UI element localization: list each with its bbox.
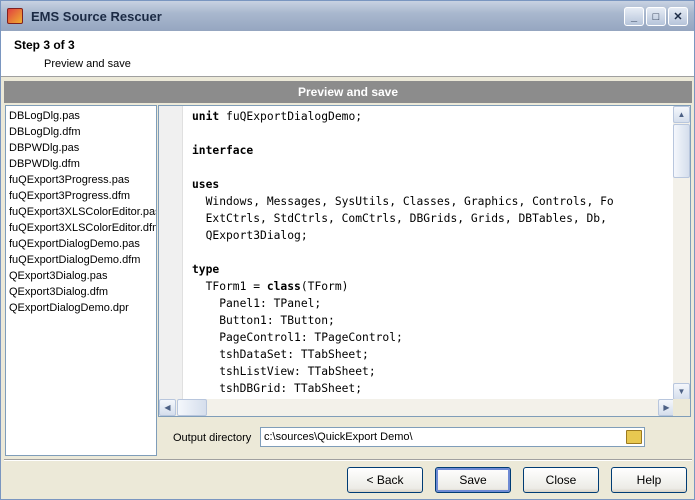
close-button[interactable]: Close bbox=[523, 467, 599, 493]
code-text-span: tshDataSet: TTabSheet; bbox=[192, 348, 369, 361]
code-keyword: interface bbox=[192, 144, 254, 157]
file-list-item[interactable]: DBLogDlg.dfm bbox=[6, 124, 156, 140]
close-window-button[interactable]: ✕ bbox=[668, 7, 688, 26]
title-bar: EMS Source Rescuer _ □ ✕ bbox=[1, 1, 694, 31]
file-list-item[interactable]: fuQExportDialogDemo.dfm bbox=[6, 252, 156, 268]
code-line: tshDataSet: TTabSheet; bbox=[192, 346, 674, 363]
step-subtitle: Preview and save bbox=[44, 58, 131, 70]
code-text-span: Windows, Messages, SysUtils, Classes, Gr… bbox=[192, 195, 614, 208]
minimize-button[interactable]: _ bbox=[624, 7, 644, 26]
file-list-item[interactable]: DBPWDlg.pas bbox=[6, 140, 156, 156]
code-text-span: Button1: TButton; bbox=[192, 314, 335, 327]
file-list-item[interactable]: DBPWDlg.dfm bbox=[6, 156, 156, 172]
file-list-item[interactable]: QExport3Dialog.pas bbox=[6, 268, 156, 284]
save-button[interactable]: Save bbox=[435, 467, 511, 493]
scroll-left-icon[interactable]: ◀ bbox=[159, 399, 176, 416]
horizontal-scroll-thumb[interactable] bbox=[177, 399, 207, 416]
code-preview[interactable]: unit fuQExportDialogDemo; interface uses W… bbox=[158, 105, 691, 417]
code-line: unit fuQExportDialogDemo; bbox=[192, 108, 674, 125]
code-line: type bbox=[192, 261, 674, 278]
file-list-item[interactable]: fuQExport3Progress.pas bbox=[6, 172, 156, 188]
back-button[interactable]: < Back bbox=[347, 467, 423, 493]
scroll-up-icon[interactable]: ▲ bbox=[673, 106, 690, 123]
vertical-scroll-thumb[interactable] bbox=[673, 124, 690, 178]
code-line: TForm1 = class(TForm) bbox=[192, 278, 674, 295]
code-keyword: uses bbox=[192, 178, 220, 191]
code-keyword: class bbox=[266, 280, 301, 293]
vertical-scrollbar[interactable]: ▲ ▼ bbox=[673, 106, 690, 400]
code-text-span: ExtCtrls, StdCtrls, ComCtrls, DBGrids, G… bbox=[192, 212, 607, 225]
scrollbar-corner bbox=[673, 399, 690, 416]
section-title: Preview and save bbox=[4, 81, 692, 103]
scroll-down-icon[interactable]: ▼ bbox=[673, 383, 690, 400]
code-text-span: PageControl1: TPageControl; bbox=[192, 331, 403, 344]
window-title: EMS Source Rescuer bbox=[31, 8, 162, 24]
code-line: interface bbox=[192, 142, 674, 159]
code-text-span: tshListView: TTabSheet; bbox=[192, 365, 376, 378]
code-gutter bbox=[159, 106, 183, 400]
code-text-span: QExport3Dialog; bbox=[192, 229, 308, 242]
code-text-span: (TForm) bbox=[300, 280, 349, 293]
file-list-item[interactable]: QExport3Dialog.dfm bbox=[6, 284, 156, 300]
code-text-span: tshDBGrid: TTabSheet; bbox=[192, 382, 363, 395]
code-text-span: TForm1 = bbox=[192, 280, 267, 293]
code-line: tshListView: TTabSheet; bbox=[192, 363, 674, 380]
code-line: ExtCtrls, StdCtrls, ComCtrls, DBGrids, G… bbox=[192, 210, 674, 227]
code-text[interactable]: unit fuQExportDialogDemo; interface uses W… bbox=[192, 108, 674, 400]
output-directory-input[interactable]: c:\sources\QuickExport Demo\ bbox=[260, 427, 645, 447]
code-line: QExport3Dialog; bbox=[192, 227, 674, 244]
code-keyword: type bbox=[192, 263, 220, 276]
code-keyword: unit bbox=[192, 110, 220, 123]
horizontal-scrollbar[interactable]: ◀ ▶ bbox=[159, 399, 675, 416]
file-list[interactable]: DBLogDlg.pas DBLogDlg.dfm DBPWDlg.pas DBPWD… bbox=[5, 105, 157, 456]
file-list-item[interactable]: fuQExport3XLSColorEditor.dfm bbox=[6, 220, 156, 236]
file-list-item[interactable]: fuQExportDialogDemo.pas bbox=[6, 236, 156, 252]
output-directory-value[interactable]: c:\sources\QuickExport Demo\ bbox=[264, 431, 413, 443]
file-list-item[interactable]: DBLogDlg.pas bbox=[6, 108, 156, 124]
output-directory-label: Output directory bbox=[173, 432, 252, 444]
code-line: Button1: TButton; bbox=[192, 312, 674, 329]
app-icon bbox=[7, 8, 23, 24]
file-list-item[interactable]: fuQExport3XLSColorEditor.pas bbox=[6, 204, 156, 220]
help-button[interactable]: Help bbox=[611, 467, 687, 493]
code-line: PageControl1: TPageControl; bbox=[192, 329, 674, 346]
code-line: Panel1: TPanel; bbox=[192, 295, 674, 312]
wizard-header: Step 3 of 3 Preview and save bbox=[1, 31, 694, 77]
main-window: EMS Source Rescuer _ □ ✕ Step 3 of 3 Pre… bbox=[0, 0, 695, 500]
maximize-button[interactable]: □ bbox=[646, 7, 666, 26]
code-text-span: fuQExportDialogDemo; bbox=[219, 110, 363, 123]
code-text-span: Panel1: TPanel; bbox=[192, 297, 322, 310]
file-list-item[interactable]: fuQExport3Progress.dfm bbox=[6, 188, 156, 204]
step-title: Step 3 of 3 bbox=[14, 38, 75, 52]
file-list-item[interactable]: QExportDialogDemo.dpr bbox=[6, 300, 156, 316]
code-line: Windows, Messages, SysUtils, Classes, Gr… bbox=[192, 193, 674, 210]
divider bbox=[4, 459, 692, 461]
browse-folder-icon[interactable] bbox=[626, 430, 642, 444]
code-line: tshDBGrid: TTabSheet; bbox=[192, 380, 674, 397]
code-line: uses bbox=[192, 176, 674, 193]
